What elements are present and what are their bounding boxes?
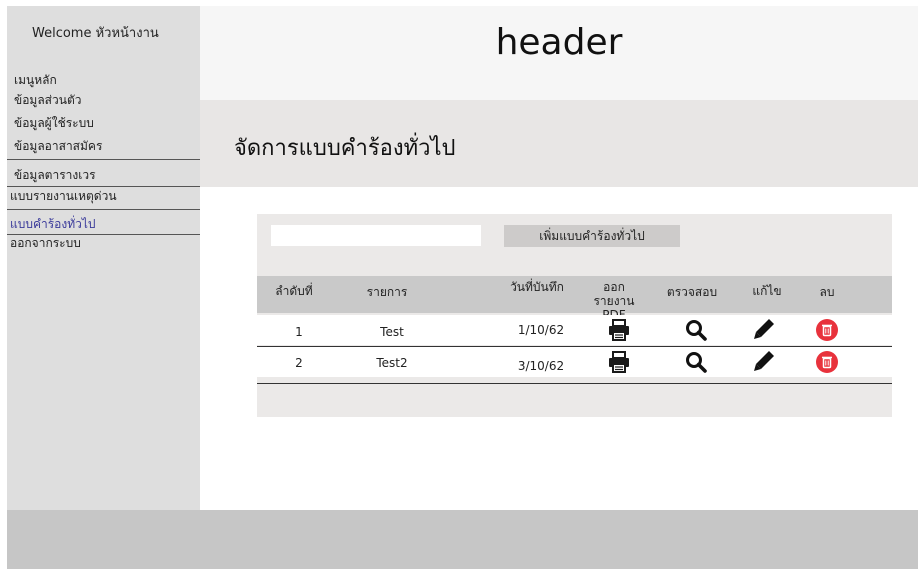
column-header-order: ลำดับที่ — [275, 284, 313, 298]
column-header-edit: แก้ไข — [752, 284, 782, 298]
pencil-icon[interactable] — [752, 317, 776, 341]
header-bar: header — [200, 6, 918, 100]
search-input[interactable] — [271, 225, 481, 246]
menu-divider — [7, 209, 200, 210]
sidebar: Welcome หัวหน้างาน เมนูหลัก ข้อมูลส่วนตั… — [7, 6, 200, 510]
header-title: header — [495, 22, 623, 63]
trash-icon[interactable] — [815, 318, 839, 342]
sidebar-item-volunteers[interactable]: ข้อมูลอาสาสมัคร — [14, 138, 102, 154]
table-row: 2 Test2 3/10/62 — [257, 347, 892, 377]
row-item: Test2 — [376, 356, 408, 370]
magnifier-icon[interactable] — [684, 318, 708, 342]
sidebar-item-profile[interactable]: ข้อมูลส่วนตัว — [14, 92, 81, 108]
column-header-date: วันที่บันทึก — [510, 280, 564, 294]
row-item: Test — [380, 325, 404, 339]
menu-divider — [7, 159, 200, 160]
row-order: 1 — [295, 325, 303, 339]
main-content: header จัดการแบบคำร้องทั่วไป เพิ่มแบบคำร… — [200, 6, 918, 510]
table-header: ลำดับที่ รายการ วันที่บันทึก ออกรายงาน P… — [257, 276, 892, 322]
column-header-inspect: ตรวจสอบ — [666, 285, 718, 299]
row-date: 3/10/62 — [517, 359, 565, 373]
title-band: จัดการแบบคำร้องทั่วไป — [200, 100, 918, 187]
printer-icon[interactable] — [607, 350, 631, 374]
page-title: จัดการแบบคำร้องทั่วไป — [234, 136, 456, 161]
column-header-delete: ลบ — [819, 285, 835, 299]
sidebar-item-schedule[interactable]: ข้อมูลตารางเวร — [14, 167, 96, 183]
footer-bar — [7, 510, 918, 569]
menu-divider — [7, 186, 200, 187]
sidebar-item-users[interactable]: ข้อมูลผู้ใช้ระบบ — [14, 115, 94, 131]
welcome-text: Welcome หัวหน้างาน — [32, 26, 159, 41]
row-date: 1/10/62 — [517, 323, 565, 337]
sidebar-item-logout[interactable]: ออกจากระบบ — [10, 235, 81, 251]
pencil-icon[interactable] — [752, 349, 776, 373]
row-divider — [257, 383, 892, 384]
magnifier-icon[interactable] — [684, 350, 708, 374]
add-request-button[interactable]: เพิ่มแบบคำร้องทั่วไป — [504, 225, 680, 247]
column-header-item: รายการ — [366, 285, 408, 299]
trash-icon[interactable] — [815, 350, 839, 374]
request-panel: เพิ่มแบบคำร้องทั่วไป ลำดับที่ รายการ วัน… — [257, 214, 892, 417]
row-order: 2 — [295, 356, 303, 370]
table-row: 1 Test 1/10/62 — [257, 315, 892, 345]
printer-icon[interactable] — [607, 318, 631, 342]
sidebar-item-main-menu[interactable]: เมนูหลัก — [14, 72, 57, 88]
sidebar-item-general-request[interactable]: แบบคำร้องทั่วไป — [10, 216, 96, 232]
sidebar-item-urgent-report[interactable]: แบบรายงานเหตุด่วน — [10, 188, 117, 204]
